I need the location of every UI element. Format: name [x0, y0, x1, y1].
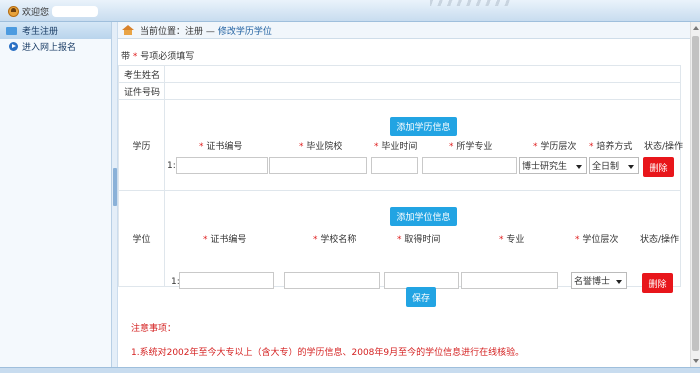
header-decoration — [430, 0, 510, 6]
education-label: 学历 — [119, 100, 165, 190]
id-label: 证件号码 — [119, 83, 165, 99]
col-major: * 所学专业 — [449, 142, 493, 152]
save-button[interactable]: 保存 — [406, 287, 436, 307]
sidebar-header[interactable]: 考生注册 — [0, 22, 111, 39]
mail-icon — [6, 26, 17, 35]
required-note-post: 号项必须填写 — [140, 52, 195, 62]
edu-level-select[interactable]: 博士研究生 — [519, 157, 587, 174]
collapse-handle[interactable] — [113, 168, 117, 206]
edu-mode-select[interactable]: 全日制 — [589, 157, 639, 174]
col-cert-no: * 证书编号 — [199, 142, 243, 152]
notice-item: 1.系统对2002年至今大专以上（含大专）的学历信息、2008年9月至今的学位信… — [131, 348, 525, 358]
scroll-thumb[interactable] — [692, 36, 699, 351]
edu-cert-no-input[interactable] — [176, 157, 268, 174]
col-degree-level: * 学位层次 — [575, 235, 619, 245]
col-school: * 毕业院校 — [299, 142, 343, 152]
sidebar: 考生注册 进入网上报名 — [0, 22, 112, 367]
degree-school-input[interactable] — [284, 272, 380, 289]
col-school-name: * 学校名称 — [313, 235, 357, 245]
name-row: 考生姓名 — [118, 65, 681, 83]
col-degree-cert-no: * 证书编号 — [203, 235, 247, 245]
name-label: 考生姓名 — [119, 66, 165, 82]
sidebar-item-online-registration[interactable]: 进入网上报名 — [0, 39, 111, 54]
breadcrumb: 当前位置：注册 — 修改学历学位 — [118, 22, 690, 39]
add-education-button[interactable]: 添加学历信息 — [390, 117, 457, 136]
scroll-up-icon[interactable] — [693, 26, 699, 30]
sidebar-item-label: 进入网上报名 — [22, 43, 77, 53]
degree-delete-button[interactable]: 删除 — [642, 273, 673, 293]
username-redacted — [52, 6, 99, 17]
scroll-down-icon[interactable] — [693, 359, 699, 363]
edu-delete-button[interactable]: 删除 — [643, 157, 674, 177]
col-edu-level: * 学历层次 — [533, 142, 577, 152]
col-obtain-time: * 取得时间 — [397, 235, 441, 245]
degree-row: 学位 添加学位信息 * 证书编号 * 学校名称 * 取得时间 * 专业 * 学位… — [118, 190, 681, 293]
degree-major-input[interactable] — [461, 272, 558, 289]
sidebar-header-label: 考生注册 — [22, 27, 59, 37]
edu-school-input[interactable] — [269, 157, 367, 174]
education-row: 学历 添加学历信息 * 证书编号 * 毕业院校 * 毕业时间 * 所学专业 * … — [118, 99, 684, 191]
required-note: 带 * 号项必须填写 — [121, 49, 194, 62]
degree-label: 学位 — [119, 191, 165, 286]
col-degree-major: * 专业 — [499, 235, 525, 245]
home-icon — [122, 25, 134, 35]
required-star: * — [132, 52, 138, 62]
breadcrumb-prefix: 当前位置：注册 — — [140, 26, 215, 37]
bottom-bar — [0, 367, 700, 373]
col-study-mode: * 培养方式 — [589, 142, 633, 152]
vertical-scrollbar[interactable] — [690, 22, 700, 367]
arrow-circle-icon — [9, 42, 18, 51]
breadcrumb-current[interactable]: 修改学历学位 — [218, 24, 272, 37]
col-status: 状态/操作 — [644, 142, 684, 152]
edu-grad-time-input[interactable] — [371, 157, 418, 174]
top-bar: 欢迎您 — [0, 0, 700, 22]
row-index: 1: — [167, 161, 176, 171]
edu-major-input[interactable] — [422, 157, 517, 174]
user-icon — [8, 6, 19, 17]
id-row: 证件号码 — [118, 82, 681, 100]
add-degree-button[interactable]: 添加学位信息 — [390, 207, 457, 226]
col-grad-time: * 毕业时间 — [374, 142, 418, 152]
main-content: 当前位置：注册 — 修改学历学位 带 * 号项必须填写 考生姓名 证件号码 学历… — [118, 22, 690, 367]
welcome-text: 欢迎您 — [22, 8, 50, 18]
col-degree-status: 状态/操作 — [640, 235, 680, 245]
required-note-pre: 带 — [121, 52, 131, 62]
degree-level-select[interactable]: 名誉博士 — [571, 272, 627, 289]
degree-cert-no-input[interactable] — [179, 272, 274, 289]
welcome-area: 欢迎您 — [8, 5, 99, 18]
notice-title: 注意事项： — [131, 324, 177, 334]
